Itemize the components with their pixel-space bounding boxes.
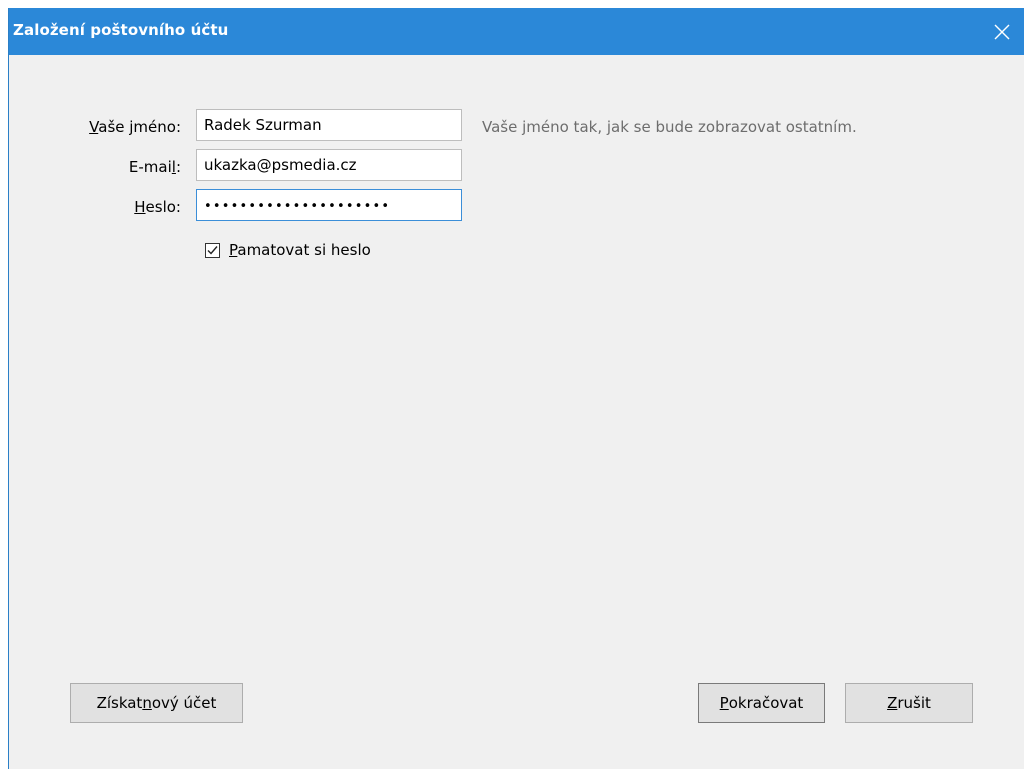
remember-password-checkbox[interactable] [205,242,220,258]
title-bar: Založení poštovního účtu [9,8,1024,55]
email-input[interactable]: ukazka@psmedia.cz [196,149,462,181]
name-input[interactable]: Radek Szurman [196,109,462,141]
name-label: Vaše jméno: [89,118,181,136]
close-button[interactable] [979,8,1024,55]
checkmark-icon [207,245,218,255]
email-label: E-mail: [128,158,181,176]
name-hint: Vaše jméno tak, jak se bude zobrazovat o… [482,118,857,136]
remember-password-toggle[interactable]: Pamatovat si heslo [205,239,371,261]
account-setup-dialog: Založení poštovního účtu Vaše jméno: Rad… [8,8,1024,769]
dialog-title: Založení poštovního účtu [13,21,229,39]
remember-password-label: Pamatovat si heslo [229,241,371,259]
continue-button[interactable]: Pokračovat [698,683,825,723]
cancel-button[interactable]: Zrušit [845,683,973,723]
get-new-account-button[interactable]: Získat n ový účet [70,683,243,723]
password-masked-value: ••••••••••••••••••••• [204,199,391,214]
password-input[interactable]: ••••••••••••••••••••• [196,189,462,221]
close-icon [994,24,1010,39]
password-label: Heslo: [134,198,181,216]
